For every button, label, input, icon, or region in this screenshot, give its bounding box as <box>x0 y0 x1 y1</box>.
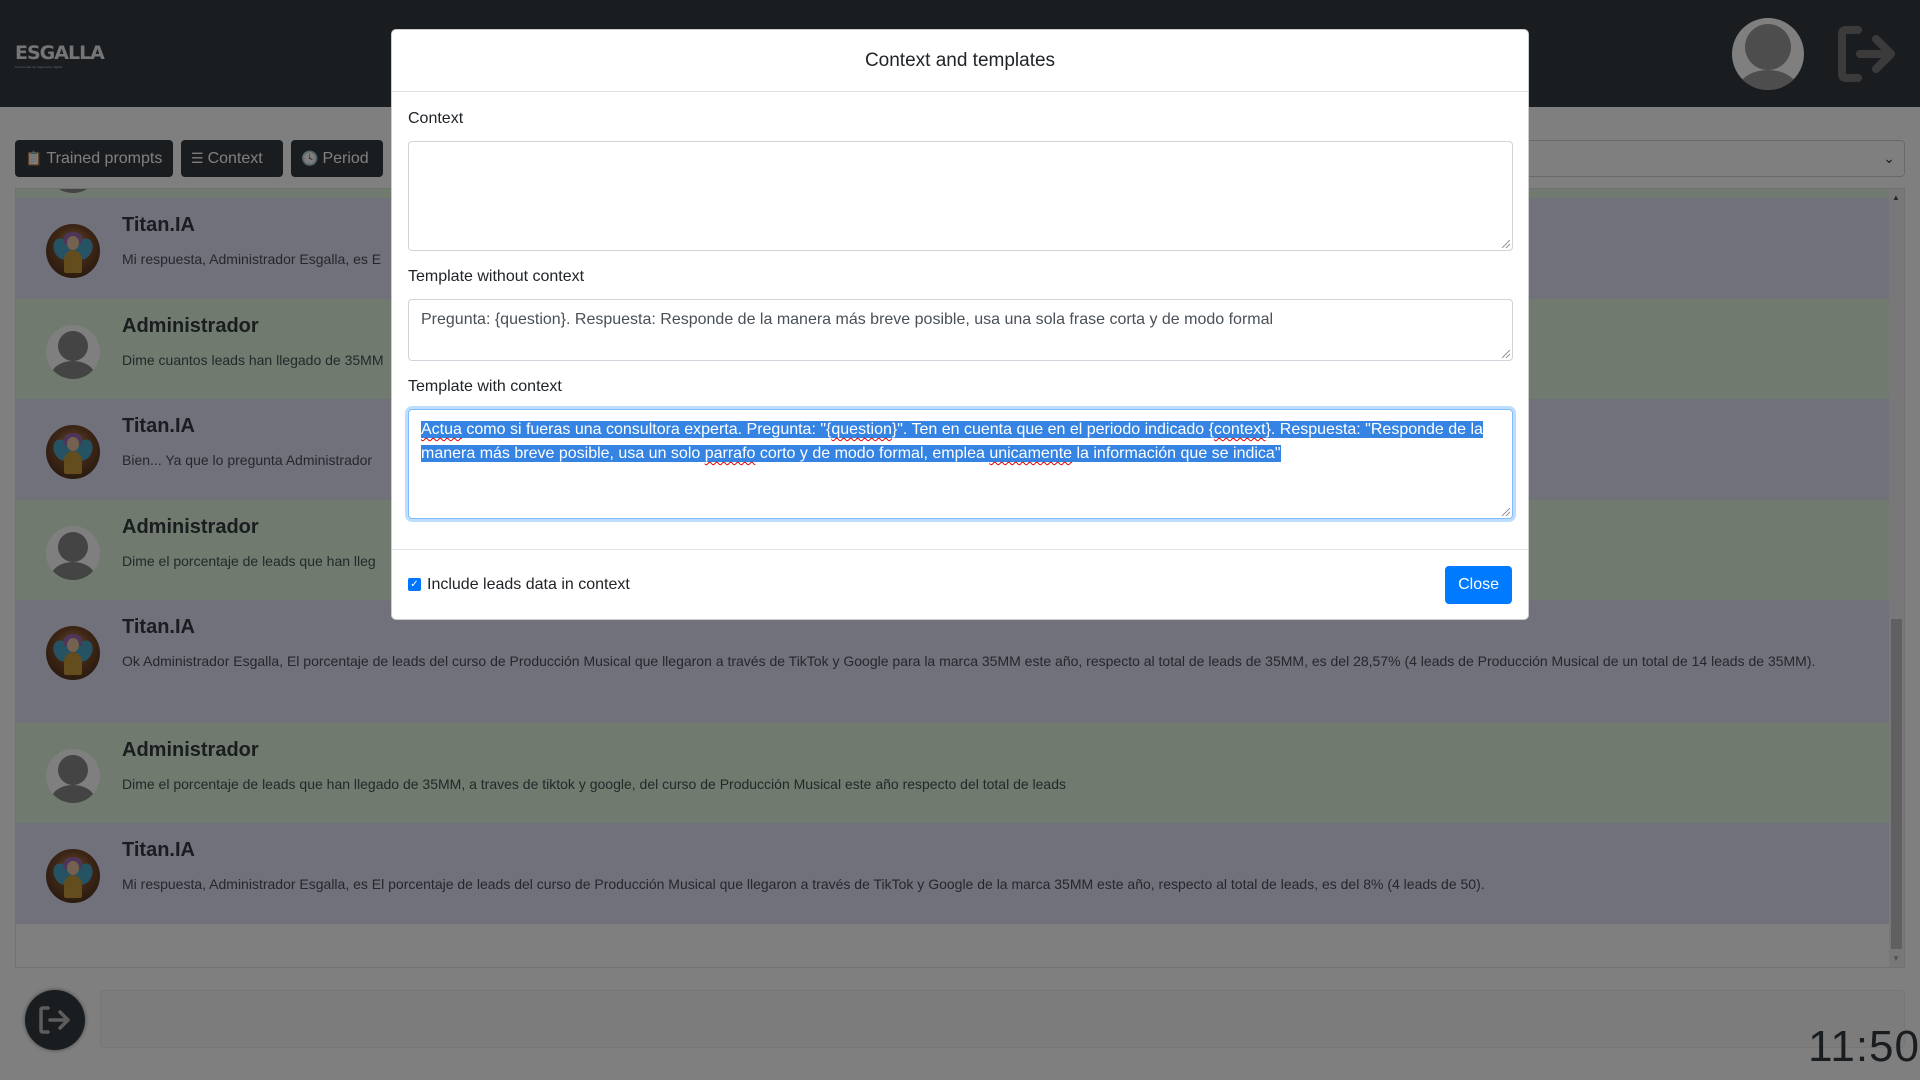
resize-handle[interactable] <box>1502 240 1510 248</box>
template-with-context-textarea[interactable]: Actua como si fueras una consultora expe… <box>408 409 1513 519</box>
modal-title: Context and templates <box>864 49 1056 71</box>
text-fragment: corto y de modo formal, emplea <box>755 445 990 462</box>
template-without-context-textarea[interactable]: Pregunta: {question}. Respuesta: Respond… <box>408 299 1513 361</box>
resize-handle[interactable] <box>1502 508 1510 516</box>
include-leads-option[interactable]: ✓ Include leads data in context <box>408 576 630 594</box>
close-button[interactable]: Close <box>1445 565 1512 604</box>
template-with-context-label: Template with context <box>408 378 562 395</box>
misspelled-word: Actua <box>421 421 462 438</box>
text-fragment: la información que se indica" <box>1072 445 1281 462</box>
resize-handle[interactable] <box>1502 350 1510 358</box>
template-without-context-value: Pregunta: {question}. Respuesta: Respond… <box>421 311 1274 328</box>
context-textarea[interactable] <box>408 141 1513 251</box>
misspelled-word: context <box>1213 421 1266 438</box>
template-without-context-label: Template without context <box>408 268 585 285</box>
misspelled-word: unicamente <box>989 445 1073 462</box>
misspelled-word: question <box>831 421 892 438</box>
context-label: Context <box>408 110 464 127</box>
text-fragment: como si fueras una consultora experta. P… <box>461 421 832 438</box>
context-templates-modal: Context and templates Context Template w… <box>391 29 1529 620</box>
modal-footer: ✓ Include leads data in context Close <box>392 549 1528 619</box>
text-fragment: }". Ten en cuenta que en el periodo indi… <box>891 421 1214 438</box>
misspelled-word: parrafo <box>704 445 756 462</box>
include-leads-label: Include leads data in context <box>427 575 630 593</box>
include-leads-checkbox[interactable]: ✓ <box>408 578 421 591</box>
template-with-context-value: Actua como si fueras una consultora expe… <box>421 421 1483 462</box>
modal-header: Context and templates <box>392 30 1528 92</box>
modal-body: Context Template without context Pregunt… <box>392 92 1528 519</box>
